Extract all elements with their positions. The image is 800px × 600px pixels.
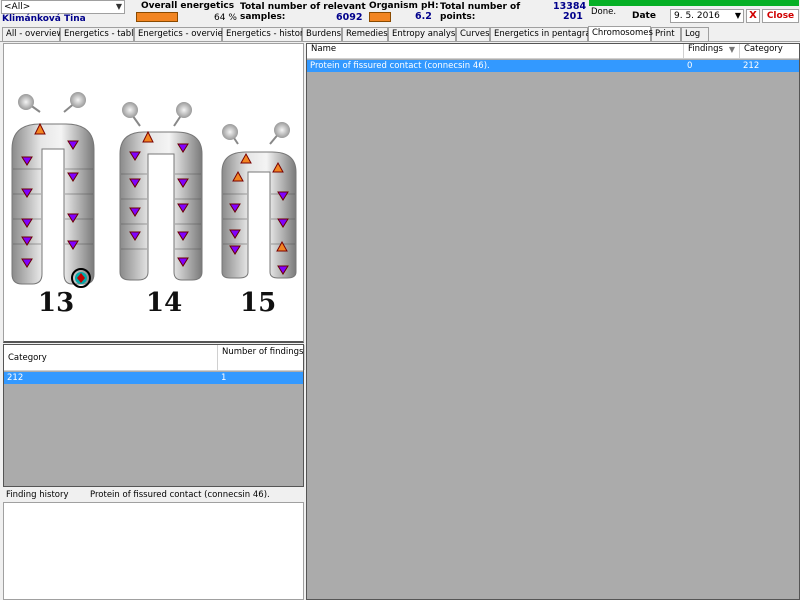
chromosome-15[interactable]: 15	[221, 122, 297, 318]
tab-energetics-in-pentagram[interactable]: Energetics in pentagram	[490, 27, 599, 41]
points-label-1: Total number of	[440, 2, 521, 12]
finding-history-header: Finding history Protein of fissured cont…	[3, 488, 304, 502]
chromosome-label-14: 14	[146, 288, 182, 318]
chromosome-13[interactable]: 13	[11, 92, 95, 318]
tab-burdens[interactable]: Burdens	[302, 27, 342, 41]
chevron-down-icon: ▼	[734, 11, 741, 20]
tab-energetics-history[interactable]: Energetics - history	[222, 27, 308, 41]
date-select[interactable]: 9. 5. 2016 ▼	[670, 9, 744, 23]
date-value: 9. 5. 2016	[674, 11, 720, 21]
chromosome-label-13: 13	[38, 288, 74, 318]
sort-desc-icon: ▼	[728, 45, 735, 54]
tab-energetics-overview[interactable]: Energetics - overview	[134, 27, 230, 41]
category-grid-header: Category Number of findings	[4, 345, 305, 371]
patient-name: Klimánková Tina	[2, 14, 86, 24]
filter-select-value: <All>	[4, 2, 31, 12]
finding-category-cell: 212	[743, 61, 760, 71]
tab-curves[interactable]: Curves	[456, 27, 490, 41]
column-header-findings-label: Findings	[688, 44, 723, 54]
points-label-2: points:	[440, 12, 476, 22]
column-header-name[interactable]: Name	[307, 44, 684, 58]
findings-grid-header: Name Findings ▼ Category	[307, 44, 799, 59]
overall-energetics-percent: 64 %	[214, 13, 237, 23]
category-grid[interactable]: Category Number of findings 212 1	[3, 344, 305, 487]
chevron-down-icon: ▼	[115, 2, 122, 11]
finding-count-cell: 0	[687, 61, 693, 71]
column-header-findings[interactable]: Findings ▼	[684, 44, 740, 58]
tab-print[interactable]: Print	[651, 27, 681, 41]
date-label: Date	[632, 11, 656, 21]
clear-button[interactable]: X	[746, 9, 760, 23]
tab-log[interactable]: Log	[681, 27, 709, 41]
progress-bar	[589, 0, 799, 6]
tab-all-overview[interactable]: All - overview	[2, 27, 64, 41]
filter-select[interactable]: <All> ▼	[1, 0, 125, 14]
findings-grid[interactable]: Name Findings ▼ Category Protein of fiss…	[306, 43, 800, 600]
tab-bar: All - overview Energetics - table Energe…	[0, 26, 800, 42]
overall-energetics-bar	[136, 12, 178, 22]
tab-chromosomes[interactable]: Chromosomes	[588, 26, 653, 41]
overall-energetics-label: Overall energetics	[141, 1, 235, 11]
tab-remedies[interactable]: Remedies	[342, 27, 388, 41]
column-header-number-of-findings[interactable]: Number of findings	[218, 345, 305, 370]
ph-label: Organism pH:	[369, 1, 439, 11]
relevant-samples-label-2: samples:	[240, 12, 286, 22]
relevant-samples-label-1: Total number of relevant	[240, 2, 366, 12]
tab-energetics-table[interactable]: Energetics - table	[60, 27, 139, 41]
ph-value: 6.2	[415, 11, 432, 22]
chromosome-14[interactable]: 14	[119, 102, 203, 318]
tab-entropy-analysis[interactable]: Entropy analysis	[388, 27, 462, 41]
findings-count-cell: 1	[221, 373, 227, 383]
chromosome-image-panel[interactable]: 13 14 15	[3, 43, 304, 343]
status-text: Done.	[591, 7, 617, 17]
chromosome-label-15: 15	[240, 288, 276, 318]
table-row[interactable]: Protein of fissured contact (connecsin 4…	[307, 60, 799, 72]
relevant-samples-value: 6092	[336, 12, 363, 23]
category-cell: 212	[7, 373, 24, 383]
ph-bar	[369, 12, 391, 22]
table-row[interactable]: 212 1	[4, 372, 303, 384]
points-value: 201	[563, 11, 583, 22]
finding-history-box[interactable]	[3, 502, 304, 600]
column-header-category[interactable]: Category	[4, 345, 218, 370]
finding-history-value: Protein of fissured contact (connecsin 4…	[90, 490, 270, 500]
column-header-category[interactable]: Category	[740, 44, 800, 58]
close-button[interactable]: Close	[762, 9, 799, 23]
finding-history-label: Finding history	[6, 490, 69, 500]
finding-name-cell: Protein of fissured contact (connecsin 4…	[310, 61, 490, 71]
